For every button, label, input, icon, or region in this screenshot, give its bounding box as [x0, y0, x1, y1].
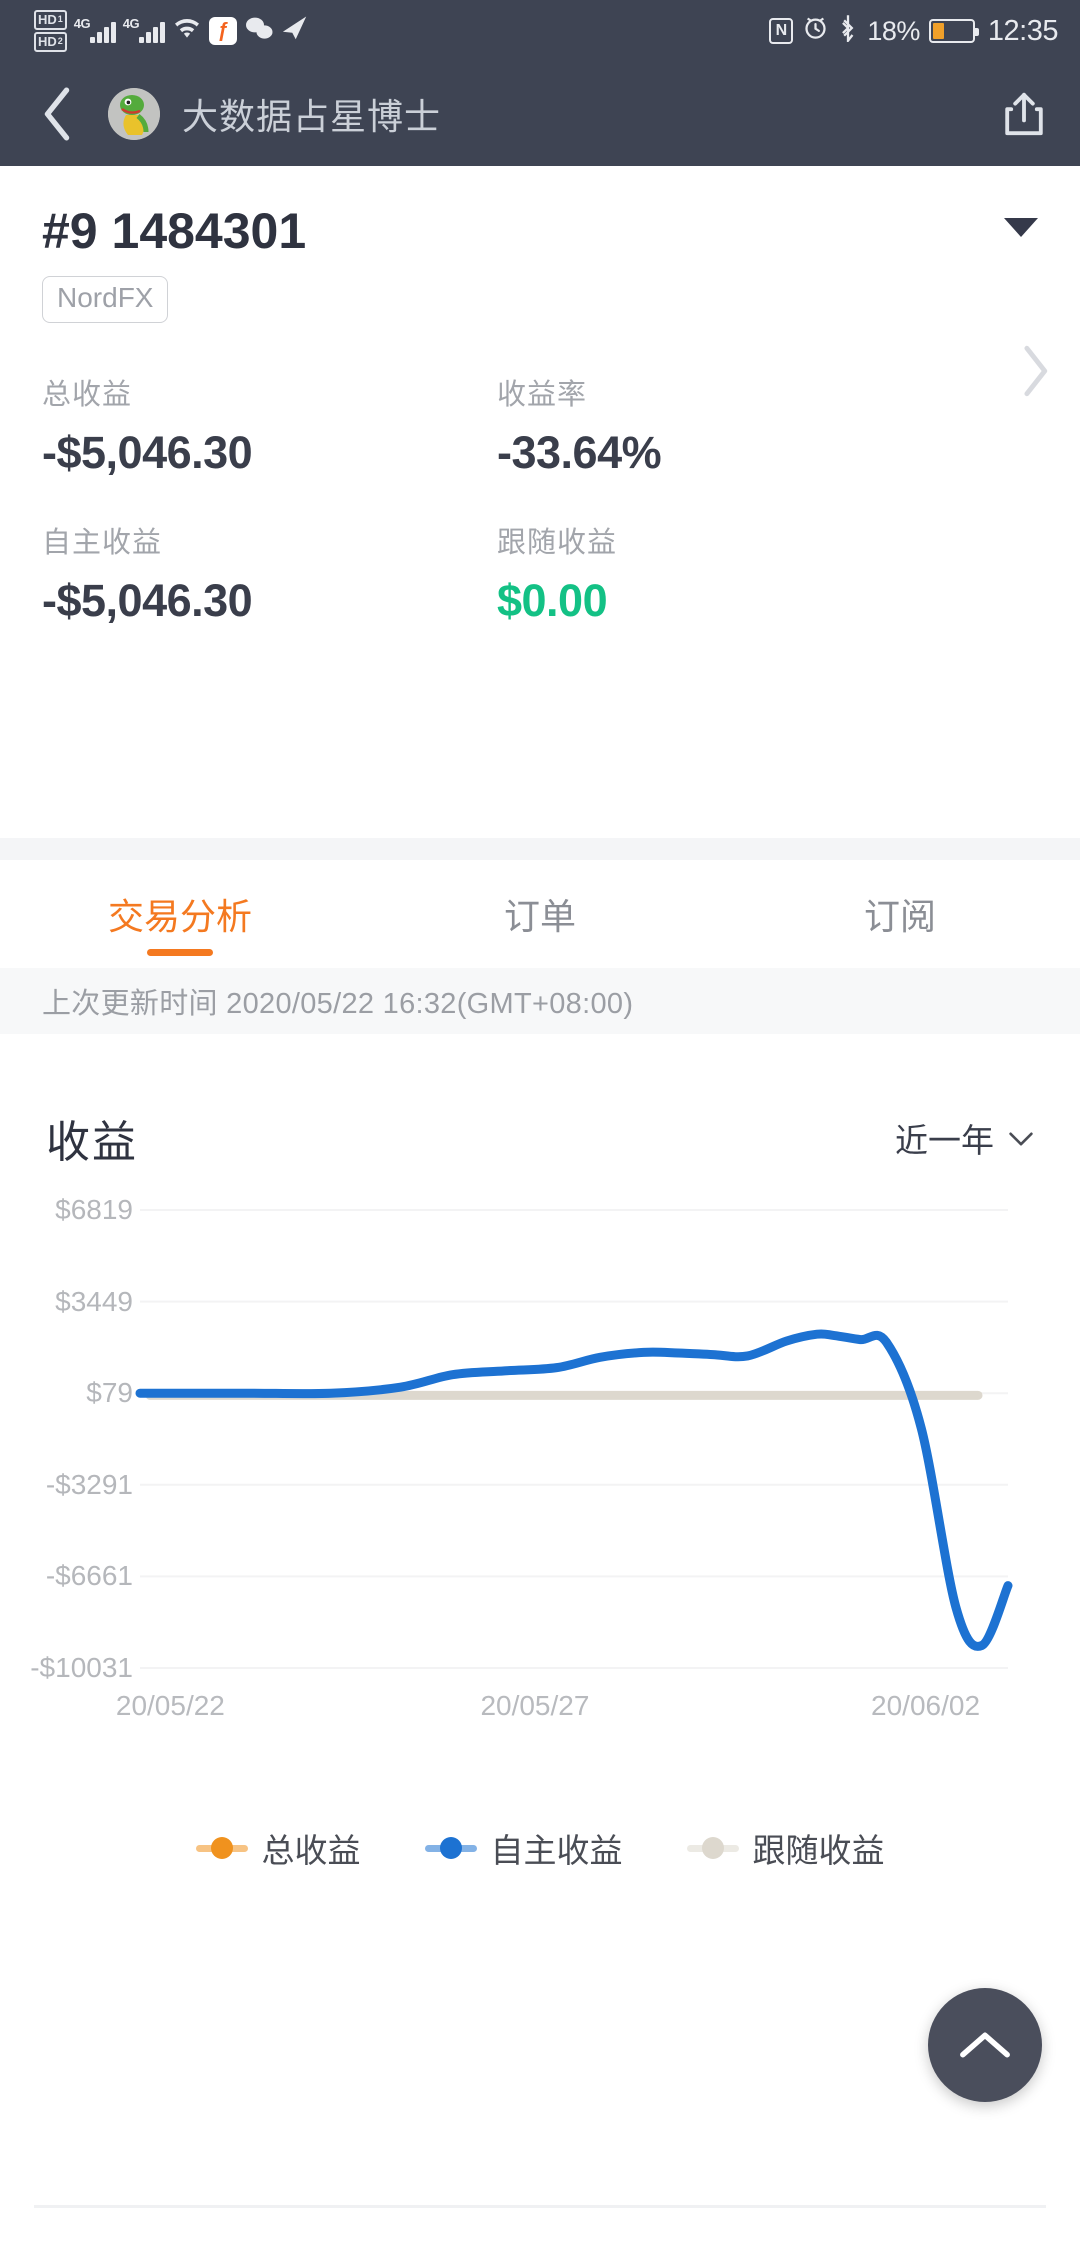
- net-type-1: 4G: [73, 16, 91, 31]
- x-axis-tick-label: 20/05/27: [480, 1690, 590, 1721]
- chevron-right-icon[interactable]: [1020, 345, 1050, 406]
- chart-title: 收益: [46, 1118, 138, 1167]
- nfc-icon: N: [769, 18, 794, 44]
- bluetooth-icon: [838, 14, 858, 49]
- stat-value: $0.00: [497, 574, 608, 626]
- last-update-text: 上次更新时间 2020/05/22 16:32(GMT+08:00): [42, 988, 634, 1020]
- battery-percent: 18%: [867, 15, 920, 46]
- telegram-icon: [278, 13, 314, 49]
- caret-down-icon[interactable]: [1004, 218, 1038, 237]
- legend-marker-total: [195, 1837, 248, 1859]
- range-label: 近一年: [895, 1122, 994, 1159]
- status-bar-right: N 18% 12:35: [769, 14, 1059, 49]
- hd1-label: HD: [38, 12, 57, 27]
- chart-legend: 总收益 自主收益 跟随收益: [0, 1824, 1080, 1872]
- avatar: [108, 88, 160, 140]
- share-icon[interactable]: [996, 86, 1052, 142]
- status-bar: HD 1 HD 2 4G 4G ƒ N 18% 12:35: [0, 0, 1080, 62]
- stat-value: -$5,046.30: [42, 574, 253, 626]
- net-type-2: 4G: [122, 16, 140, 31]
- tab-subscriptions[interactable]: 订阅: [720, 860, 1080, 968]
- stats-row-1: 总收益 -$5,046.30 收益率 -33.64%: [42, 371, 1038, 479]
- status-bar-left: HD 1 HD 2 4G 4G ƒ: [34, 10, 311, 52]
- legend-item-self[interactable]: 自主收益: [424, 1824, 623, 1872]
- legend-item-follow[interactable]: 跟随收益: [686, 1824, 885, 1872]
- legend-label: 总收益: [261, 1832, 361, 1869]
- back-chevron-icon[interactable]: [28, 85, 86, 143]
- stat-follow-profit: 跟随收益 $0.00: [497, 519, 917, 627]
- tab-active-indicator: [147, 949, 213, 956]
- stat-total-profit: 总收益 -$5,046.30: [42, 371, 497, 479]
- tab-label: 订阅: [863, 896, 936, 937]
- bottom-divider: [34, 2205, 1046, 2208]
- legend-label: 自主收益: [490, 1832, 623, 1869]
- chevron-down-icon: [1008, 1123, 1034, 1154]
- wechat-icon: [244, 16, 274, 47]
- stat-label: 总收益: [42, 378, 133, 411]
- legend-marker-self: [424, 1837, 477, 1859]
- last-update-bar: 上次更新时间 2020/05/22 16:32(GMT+08:00): [0, 968, 1080, 1034]
- broker-badge: NordFX: [42, 276, 169, 323]
- legend-item-total[interactable]: 总收益: [195, 1824, 361, 1872]
- stat-label: 跟随收益: [497, 526, 618, 559]
- stat-label: 自主收益: [42, 526, 163, 559]
- clock: 12:35: [987, 14, 1059, 47]
- range-selector[interactable]: 近一年: [895, 1114, 1034, 1162]
- wifi-icon: [172, 17, 202, 45]
- x-axis-tick-label: 20/05/22: [115, 1690, 225, 1721]
- tab-orders[interactable]: 订单: [360, 860, 720, 968]
- stat-self-profit: 自主收益 -$5,046.30: [42, 519, 497, 627]
- legend-label: 跟随收益: [752, 1832, 885, 1869]
- account-card: #9 1484301 NordFX 总收益 -$5,046.30 收益率 -33…: [0, 166, 1080, 667]
- tab-bar: 交易分析 订单 订阅: [0, 860, 1080, 968]
- account-id-row: #9 1484301: [0, 166, 1080, 260]
- tab-label: 交易分析: [107, 896, 252, 937]
- legend-marker-follow: [686, 1837, 739, 1859]
- page-title: 大数据占星博士: [182, 96, 442, 137]
- profit-line-chart: [135, 1209, 1013, 1669]
- scroll-to-top-icon[interactable]: [928, 1988, 1042, 2102]
- stats-grid: 总收益 -$5,046.30 收益率 -33.64% 自主收益 -$5,046.…: [0, 323, 1080, 627]
- section-divider: [0, 838, 1080, 860]
- battery-icon: [928, 19, 979, 43]
- chart-plot-area: $6819 $3449 $79 -$3291 -$6661 -$10031 20/05/2…: [0, 1184, 1080, 1924]
- tab-label: 订单: [503, 896, 576, 937]
- hd-volte-icon: HD 1 HD 2: [34, 10, 67, 52]
- hd1-sub: 1: [57, 14, 63, 24]
- stat-value: -$5,046.30: [42, 426, 253, 478]
- alarm-icon: [802, 14, 829, 48]
- stats-row-2: 自主收益 -$5,046.30 跟随收益 $0.00: [42, 519, 1038, 627]
- tab-trade-analysis[interactable]: 交易分析: [0, 860, 360, 968]
- app-bar: 大数据占星博士: [0, 62, 1080, 166]
- signal-4g-icon-1: 4G: [73, 16, 116, 43]
- account-id: #9 1484301: [42, 203, 307, 259]
- hd2-sub: 2: [57, 36, 63, 46]
- chart-header: 收益 近一年: [0, 1034, 1080, 1170]
- stat-label: 收益率: [497, 378, 588, 411]
- profit-chart-section: 收益 近一年 $6819 $3449 $79 -$3291 -$6661 -$10031 …: [0, 1034, 1080, 2204]
- hd2-label: HD: [38, 34, 57, 49]
- signal-4g-icon-2: 4G: [122, 16, 165, 43]
- stat-value: -33.64%: [497, 426, 662, 478]
- stat-profit-rate: 收益率 -33.64%: [497, 371, 917, 479]
- x-axis-tick-label: 20/06/02: [871, 1690, 981, 1721]
- app-icon: ƒ: [208, 17, 237, 45]
